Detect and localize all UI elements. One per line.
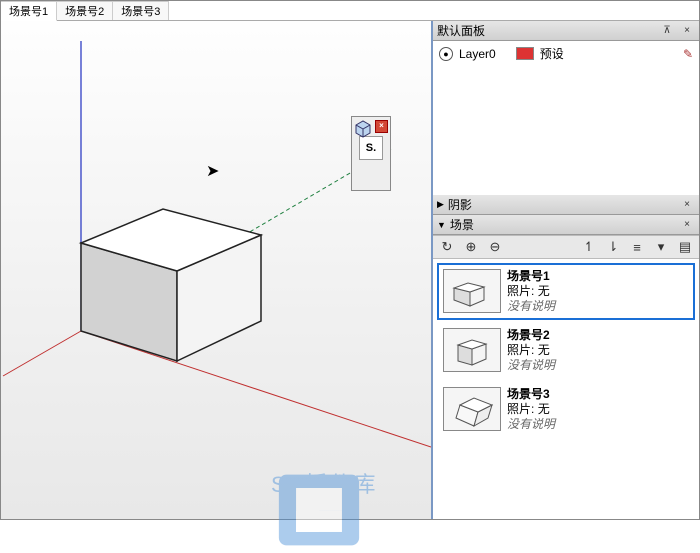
tab-scene-3[interactable]: 场景号3 — [113, 1, 169, 20]
photo-label: 照片: — [507, 284, 534, 298]
scene-name: 场景号1 — [507, 269, 555, 284]
cursor-icon: ➤ — [206, 161, 219, 181]
photo-value: 无 — [538, 284, 550, 298]
shadow-panel-title: 阴影 — [448, 196, 675, 213]
side-panel: 默认面板 ⊼ × ● Layer0 预设 ✎ ▶ 阴影 × ▼ 场景 × — [431, 21, 699, 519]
layer-row-layer0[interactable]: ● Layer0 — [439, 45, 496, 62]
scene-thumbnail — [443, 269, 501, 313]
model-viewport[interactable]: ➤ × S. SU插件库 SUCJ.me — [1, 21, 431, 519]
scene-item-1[interactable]: 场景号1 照片: 无 没有说明 — [437, 263, 695, 320]
remove-icon[interactable]: ⊖ — [487, 239, 503, 255]
collapse-icon[interactable]: ▶ — [437, 199, 444, 210]
pin-icon[interactable]: ⊼ — [659, 25, 675, 36]
photo-value: 无 — [538, 402, 550, 416]
close-icon[interactable]: × — [679, 199, 695, 210]
move-down-icon[interactable]: ⇂ — [605, 239, 621, 255]
scene-item-3[interactable]: 场景号3 照片: 无 没有说明 — [437, 381, 695, 438]
cube-tool-icon[interactable] — [358, 162, 384, 188]
close-icon[interactable]: × — [679, 25, 695, 36]
floating-toolbar[interactable]: × S. — [351, 116, 391, 191]
scene-desc: 没有说明 — [507, 358, 555, 373]
scene-item-2[interactable]: 场景号2 照片: 无 没有说明 — [437, 322, 695, 379]
scene-desc: 没有说明 — [507, 417, 555, 432]
tab-scene-2[interactable]: 场景号2 — [57, 1, 113, 20]
add-icon[interactable]: ⊕ — [463, 239, 479, 255]
scene-panel-header[interactable]: ▼ 场景 × — [433, 215, 699, 235]
color-swatch[interactable] — [516, 47, 534, 60]
scene-name: 场景号3 — [507, 387, 555, 402]
tab-scene-1[interactable]: 场景号1 — [1, 1, 57, 21]
layer-name: Layer0 — [459, 47, 496, 61]
layer-row-preset[interactable]: 预设 ✎ — [516, 45, 693, 62]
pencil-icon[interactable]: ✎ — [683, 47, 693, 61]
detail-view-icon[interactable]: ▤ — [677, 239, 693, 255]
shadow-panel-header[interactable]: ▶ 阴影 × — [433, 195, 699, 215]
scene-name: 场景号2 — [507, 328, 555, 343]
move-up-icon[interactable]: ↿ — [581, 239, 597, 255]
visibility-icon[interactable]: ● — [439, 47, 453, 61]
scene-thumbnail — [443, 328, 501, 372]
layer-name: 预设 — [540, 45, 564, 62]
plugin-logo-icon[interactable]: S. — [359, 136, 383, 160]
layer-list: ● Layer0 预设 ✎ — [433, 41, 699, 66]
scene-panel-title: 场景 — [450, 216, 675, 233]
scene-desc: 没有说明 — [507, 299, 555, 314]
chevron-down-icon[interactable]: ▾ — [653, 239, 669, 255]
scene-list[interactable]: 场景号1 照片: 无 没有说明 场景号2 照片: 无 没有说明 — [433, 259, 699, 519]
scene-toolbar: ↻ ⊕ ⊖ ↿ ⇂ ≡ ▾ ▤ — [433, 235, 699, 259]
photo-label: 照片: — [507, 402, 534, 416]
default-panel-title: 默认面板 — [437, 22, 655, 39]
expand-icon[interactable]: ▼ — [437, 220, 446, 230]
refresh-icon[interactable]: ↻ — [439, 239, 455, 255]
photo-label: 照片: — [507, 343, 534, 357]
close-icon[interactable]: × — [375, 120, 388, 133]
default-panel-header[interactable]: 默认面板 ⊼ × — [433, 21, 699, 41]
scene-tabs: 场景号1 场景号2 场景号3 — [1, 1, 699, 21]
scene-thumbnail — [443, 387, 501, 431]
list-view-icon[interactable]: ≡ — [629, 239, 645, 255]
photo-value: 无 — [538, 343, 550, 357]
close-icon[interactable]: × — [679, 219, 695, 230]
